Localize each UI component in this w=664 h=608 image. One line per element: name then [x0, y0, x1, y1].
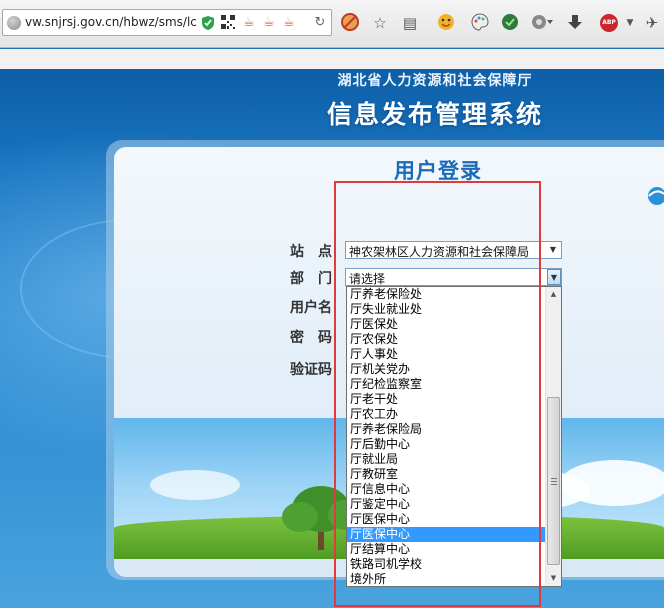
scroll-down-icon[interactable]: ▼	[546, 571, 561, 586]
menu-icon[interactable]: ✈	[642, 13, 662, 33]
extension-icon[interactable]	[530, 13, 553, 33]
java-icon[interactable]: ☕	[261, 15, 277, 31]
dropdown-scrollbar[interactable]: ▲ ▼	[545, 287, 561, 586]
top-strip	[0, 49, 664, 69]
emoji-icon[interactable]	[436, 13, 456, 33]
qr-code-icon[interactable]	[220, 15, 236, 31]
shield-check-icon[interactable]	[200, 15, 216, 31]
java-icon[interactable]: ☕	[281, 15, 297, 31]
site-label: 站 点	[290, 244, 332, 260]
cloud	[150, 470, 240, 500]
download-icon[interactable]	[565, 13, 585, 33]
palette-icon[interactable]	[470, 13, 490, 33]
browser-toolbar: vw.snjrsj.gov.cn/hbwz/sms/lc ☕ ☕ ☕ ↻ ☆ ▤…	[0, 0, 664, 48]
adblock-icon[interactable]: ABP	[600, 14, 618, 32]
reload-icon[interactable]: ↻	[312, 15, 328, 31]
extension-icon[interactable]	[500, 13, 520, 33]
scrollbar-thumb[interactable]	[547, 397, 560, 565]
reading-list-icon[interactable]: ▤	[400, 13, 420, 33]
address-bar[interactable]: vw.snjrsj.gov.cn/hbwz/sms/lc ☕ ☕ ☕ ↻	[2, 9, 332, 36]
chevron-down-icon[interactable]: ▼	[546, 243, 560, 257]
java-icon[interactable]: ☕	[241, 15, 257, 31]
tree	[282, 502, 318, 532]
system-title: 信息发布管理系统	[326, 100, 543, 129]
dept-label: 部 门	[290, 271, 332, 287]
corner-logo-icon	[648, 187, 664, 205]
scroll-up-icon[interactable]: ▲	[546, 287, 561, 302]
star-icon[interactable]: ☆	[370, 13, 390, 33]
url-text[interactable]: vw.snjrsj.gov.cn/hbwz/sms/lc	[25, 15, 197, 31]
chevron-down-icon[interactable]: ▼	[547, 269, 561, 285]
cloud	[560, 460, 664, 506]
grip-icon	[551, 478, 557, 485]
chevron-down-icon[interactable]: ▼	[620, 13, 640, 33]
org-name: 湖北省人力资源和社会保障厅	[337, 73, 533, 89]
annotation-highlight-box	[334, 181, 541, 607]
globe-icon	[7, 16, 21, 30]
block-icon[interactable]	[340, 13, 360, 33]
